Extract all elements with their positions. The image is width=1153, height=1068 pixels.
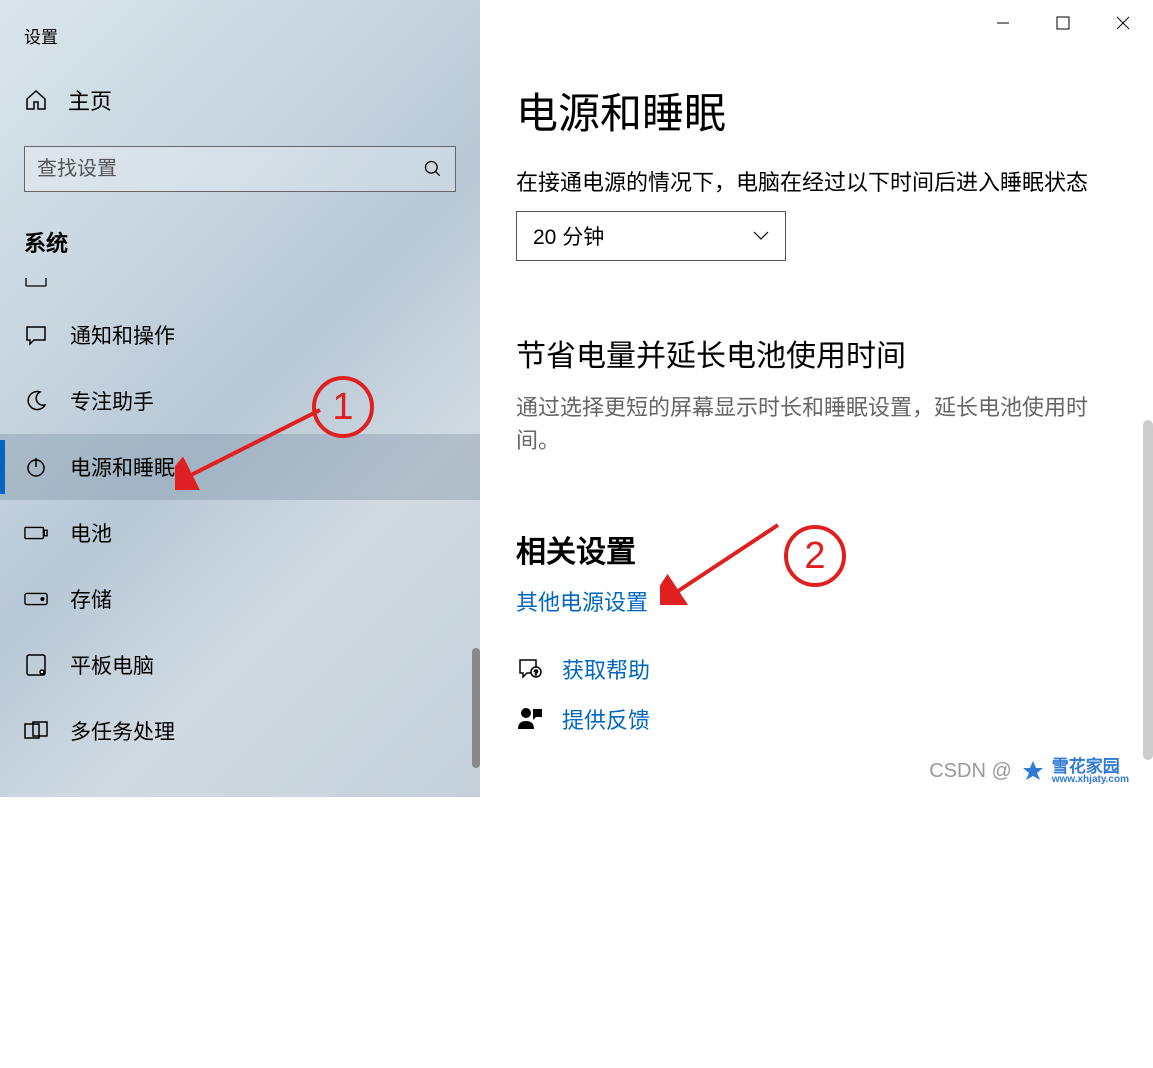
sidebar-item-tablet[interactable]: 平板电脑 [0, 632, 480, 698]
display-icon [24, 278, 48, 292]
sidebar-item-label: 电源和睡眠 [70, 452, 175, 482]
sleep-label: 在接通电源的情况下，电脑在经过以下时间后进入睡眠状态 [516, 165, 1117, 197]
sidebar-category: 系统 [0, 216, 480, 278]
main-content: 电源和睡眠 在接通电源的情况下，电脑在经过以下时间后进入睡眠状态 20 分钟 节… [480, 0, 1153, 797]
search-icon [423, 159, 443, 179]
sidebar-item-label: 专注助手 [70, 386, 154, 416]
additional-power-settings-link[interactable]: 其他电源设置 [516, 585, 648, 617]
window-title: 设置 [0, 15, 480, 72]
sidebar-item-label: 电池 [70, 518, 112, 548]
moon-icon [24, 389, 48, 413]
sidebar-home-label: 主页 [68, 84, 112, 116]
sidebar-item-partial[interactable] [0, 278, 480, 302]
help-icon: ? [516, 655, 544, 683]
minimize-button[interactable] [973, 0, 1033, 46]
sidebar-item-focus-assist[interactable]: 专注助手 [0, 368, 480, 434]
sidebar-item-storage[interactable]: 存储 [0, 566, 480, 632]
sidebar-item-notifications[interactable]: 通知和操作 [0, 302, 480, 368]
tablet-icon [24, 653, 48, 677]
multitask-icon [24, 719, 48, 743]
message-icon [24, 323, 48, 347]
svg-text:?: ? [534, 670, 538, 677]
feedback-icon [516, 705, 544, 733]
related-settings-title: 相关设置 [516, 527, 1117, 571]
close-button[interactable] [1093, 0, 1153, 46]
battery-icon [24, 521, 48, 545]
sleep-dropdown[interactable]: 20 分钟 [516, 211, 786, 261]
sidebar-scrollbar[interactable] [472, 568, 480, 1068]
home-icon [24, 88, 48, 112]
search-box[interactable] [24, 146, 456, 192]
save-power-text: 通过选择更短的屏幕显示时长和睡眠设置，延长电池使用时间。 [516, 391, 1116, 457]
sidebar-home[interactable]: 主页 [0, 72, 480, 128]
get-help-link[interactable]: 获取帮助 [562, 653, 650, 685]
sidebar-item-battery[interactable]: 电池 [0, 500, 480, 566]
sidebar-item-multitasking[interactable]: 多任务处理 [0, 698, 480, 746]
page-title: 电源和睡眠 [516, 80, 1117, 141]
storage-icon [24, 587, 48, 611]
main-scrollbar[interactable] [1143, 300, 1153, 760]
sidebar-item-label: 多任务处理 [70, 716, 175, 746]
power-icon [24, 455, 48, 479]
save-power-title: 节省电量并延长电池使用时间 [516, 331, 1117, 375]
sidebar-item-label: 平板电脑 [70, 650, 154, 680]
sidebar-item-label: 通知和操作 [70, 320, 175, 350]
chevron-down-icon [753, 231, 769, 241]
watermark: CSDN @ 雪花家园 www.xhjaty.com [929, 758, 1129, 785]
sidebar-item-label: 存储 [70, 584, 112, 614]
search-input[interactable] [37, 158, 423, 181]
maximize-button[interactable] [1033, 0, 1093, 46]
dropdown-value: 20 分钟 [533, 221, 604, 251]
sidebar: 设置 主页 系统 [0, 0, 480, 797]
sidebar-item-power-sleep[interactable]: 电源和睡眠 [0, 434, 480, 500]
give-feedback-link[interactable]: 提供反馈 [562, 703, 650, 735]
